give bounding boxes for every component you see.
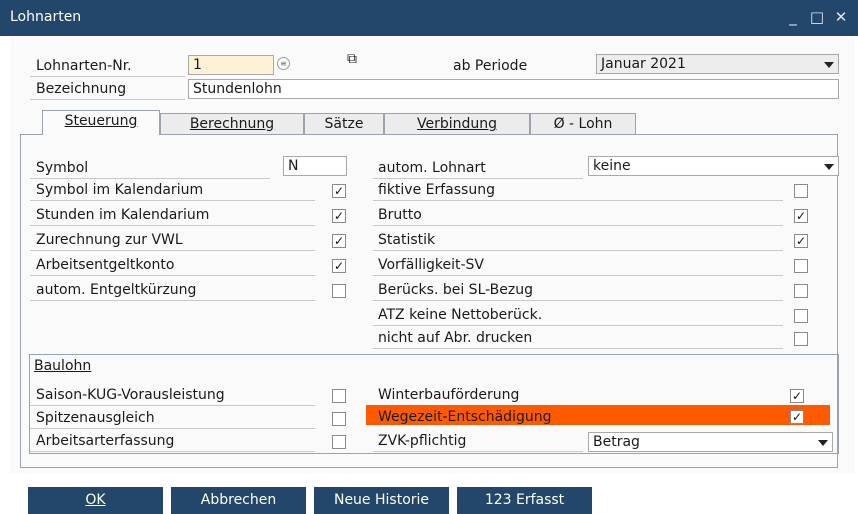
row-underline	[373, 300, 783, 301]
periode-select[interactable]: Januar 2021	[596, 54, 839, 74]
vorfaelligkeit-sv-checkbox[interactable]	[794, 259, 808, 273]
autom-lohnart-value: keine	[593, 158, 631, 174]
stunden-kalendarium-checkbox[interactable]: ✓	[332, 209, 346, 223]
fiktive-erfassung-checkbox[interactable]	[794, 184, 808, 198]
chevron-down-icon	[824, 164, 834, 170]
lohnart-nr-input[interactable]: 1	[188, 55, 274, 75]
row-underline	[30, 200, 315, 201]
nicht-drucken-checkbox[interactable]	[794, 332, 808, 346]
right-item-label: ATZ keine Nettoberück.	[378, 307, 543, 323]
brutto-checkbox[interactable]: ✓	[794, 209, 808, 223]
left-item-label: Arbeitsentgeltkonto	[36, 257, 175, 273]
chevron-down-icon	[818, 440, 828, 446]
saison-kug-checkbox[interactable]	[332, 389, 346, 403]
right-item-label: nicht auf Abr. drucken	[378, 330, 533, 346]
row-underline	[30, 225, 315, 226]
cancel-button[interactable]: Abbrechen	[171, 487, 306, 514]
zvk-pflichtig-select[interactable]: Betrag	[588, 432, 833, 452]
symbol-input[interactable]: N	[283, 156, 347, 176]
winterbaufoerderung-checkbox[interactable]: ✓	[790, 389, 804, 403]
minimize-icon[interactable]: _	[782, 6, 804, 28]
row-underline	[373, 348, 783, 349]
symbol-kalendarium-checkbox[interactable]: ✓	[332, 184, 346, 198]
spitzenausgleich-checkbox[interactable]	[332, 412, 346, 426]
periode-value: Januar 2021	[601, 56, 686, 72]
erfasst-button[interactable]: 123 Erfasst	[457, 487, 592, 514]
arbeitsentgeltkonto-checkbox[interactable]: ✓	[332, 259, 346, 273]
baulohn-left-label: Spitzenausgleich	[36, 410, 155, 426]
left-item-label: Symbol im Kalendarium	[36, 182, 204, 198]
bezeichnung-input[interactable]: Stundenlohn	[188, 79, 839, 99]
list-lookup-icon[interactable]: ≡	[277, 57, 290, 70]
tab-saetze[interactable]: Sätze	[304, 113, 384, 134]
baulohn-left-label: Arbeitsarterfassung	[36, 433, 175, 449]
close-icon[interactable]: ✕	[830, 6, 852, 28]
entgeltkuerzung-checkbox[interactable]	[332, 284, 346, 298]
baulohn-title: Baulohn	[34, 358, 92, 374]
sl-bezug-checkbox[interactable]	[794, 284, 808, 298]
bez-label-underline	[30, 99, 185, 100]
atz-nettoberueck-checkbox[interactable]	[794, 309, 808, 323]
copy-icon[interactable]: ⧉	[347, 51, 357, 67]
row-underline	[30, 405, 315, 406]
tab-berechnung[interactable]: Berechnung	[160, 113, 304, 134]
row-underline	[30, 428, 315, 429]
ok-button[interactable]: OK	[28, 487, 163, 514]
bezeichnung-label: Bezeichnung	[36, 81, 127, 97]
autom-lohnart-select[interactable]: keine	[588, 156, 839, 176]
nr-label-underline	[30, 76, 185, 77]
zurechnung-vwl-checkbox[interactable]: ✓	[332, 234, 346, 248]
autom-lohnart-label: autom. Lohnart	[378, 160, 486, 176]
baulohn-right-label: Wegezeit-Entschädigung	[378, 409, 552, 425]
baulohn-left-label: Saison-KUG-Vorausleistung	[36, 387, 225, 403]
right-item-label: fiktive Erfassung	[378, 182, 495, 198]
left-item-label: Zurechnung zur VWL	[36, 232, 183, 248]
baulohn-right-label: Winterbauförderung	[378, 387, 520, 403]
right-item-label: Vorfälligkeit-SV	[378, 257, 484, 273]
zvk-pflichtig-label: ZVK-pflichtig	[378, 433, 467, 449]
symbol-label: Symbol	[36, 160, 89, 176]
row-underline	[373, 200, 783, 201]
left-item-label: Stunden im Kalendarium	[36, 207, 210, 223]
row-underline	[373, 225, 783, 226]
arbeitsarterfassung-checkbox[interactable]	[332, 435, 346, 449]
row-underline	[30, 275, 315, 276]
tab-verbindung[interactable]: Verbindung	[384, 113, 530, 134]
title-bar: Lohnarten _ □ ✕	[0, 0, 858, 36]
zvk-value: Betrag	[593, 434, 640, 450]
left-item-label: autom. Entgeltkürzung	[36, 282, 197, 298]
right-item-label: Berücks. bei SL-Bezug	[378, 282, 534, 298]
row-underline	[373, 250, 783, 251]
maximize-icon[interactable]: □	[806, 6, 828, 28]
statistik-checkbox[interactable]: ✓	[794, 234, 808, 248]
row-underline	[373, 325, 783, 326]
row-underline	[30, 250, 315, 251]
row-underline	[373, 275, 783, 276]
chevron-down-icon	[824, 62, 834, 68]
wegezeit-checkbox[interactable]: ✓	[790, 410, 804, 424]
tab-steuerung[interactable]: Steuerung	[42, 110, 160, 135]
right-item-label: Statistik	[378, 232, 436, 248]
lohnart-nr-label: Lohnarten-Nr.	[36, 58, 132, 74]
row-underline	[373, 178, 583, 179]
symbol-underline	[30, 178, 270, 179]
right-item-label: Brutto	[378, 207, 422, 223]
row-underline	[30, 300, 315, 301]
window-title: Lohnarten	[10, 9, 82, 25]
new-history-button[interactable]: Neue Historie	[314, 487, 449, 514]
row-underline	[30, 451, 315, 452]
row-underline	[373, 451, 583, 452]
ab-periode-label: ab Periode	[453, 58, 528, 74]
tab-durchschnitt-lohn[interactable]: Ø - Lohn	[530, 113, 636, 134]
